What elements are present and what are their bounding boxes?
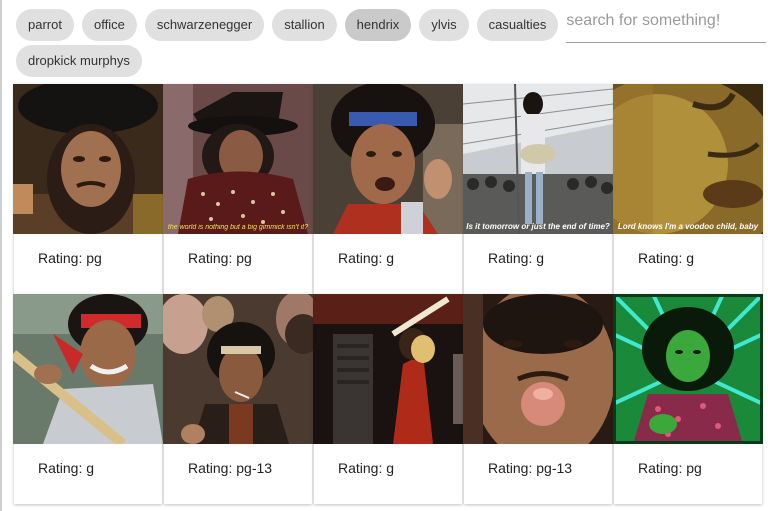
rating-label: Rating: pg xyxy=(38,250,102,266)
gif-card[interactable]: Rating: pg xyxy=(613,294,763,504)
rating-label: Rating: g xyxy=(338,460,395,476)
tag-chip-stallion[interactable]: stallion xyxy=(272,8,337,41)
rating-label: Rating: pg-13 xyxy=(188,460,273,476)
gif-thumbnail[interactable]: Lord knows I'm a voodoo child, baby xyxy=(613,84,763,234)
gif-thumbnail[interactable]: the world is nothing but a big gimmick i… xyxy=(163,84,313,234)
gif-card[interactable]: Rating: g xyxy=(13,294,163,504)
gif-card[interactable]: Rating: pg xyxy=(13,84,163,294)
rating-label: Rating: g xyxy=(488,250,545,266)
tag-bar: parrot office schwarzenegger stallion he… xyxy=(16,6,768,79)
rating-label: Rating: g xyxy=(638,250,695,266)
tag-chip-ylvis[interactable]: ylvis xyxy=(419,8,469,41)
gif-card[interactable]: Is it tomorrow or just the end of time? … xyxy=(463,84,613,294)
gif-caption: the world is nothing but a big gimmick i… xyxy=(167,224,309,231)
tag-chip-casualties[interactable]: casualties xyxy=(476,8,559,41)
gif-card[interactable]: Rating: pg-13 xyxy=(463,294,613,504)
gif-card[interactable]: Rating: g xyxy=(313,84,463,294)
gif-thumbnail[interactable]: Is it tomorrow or just the end of time? xyxy=(463,84,613,234)
gif-thumbnail[interactable] xyxy=(163,294,313,444)
tag-chip-schwarzenegger[interactable]: schwarzenegger xyxy=(144,8,265,41)
gif-thumbnail[interactable] xyxy=(313,294,463,444)
rating-label: Rating: pg-13 xyxy=(488,460,573,476)
gif-thumbnail[interactable] xyxy=(13,294,163,444)
rating-label: Rating: g xyxy=(38,460,95,476)
gif-card[interactable]: Rating: g xyxy=(313,294,463,504)
search-field xyxy=(566,6,767,43)
tag-chip-hendrix[interactable]: hendrix xyxy=(344,8,412,41)
rating-label: Rating: g xyxy=(338,250,395,266)
search-input[interactable] xyxy=(566,6,767,36)
tag-chip-dropkick-murphys[interactable]: dropkick murphys xyxy=(16,45,142,77)
gif-card[interactable]: the world is nothing but a big gimmick i… xyxy=(163,84,313,294)
gif-thumbnail[interactable] xyxy=(613,294,763,444)
gif-search-page: parrot office schwarzenegger stallion he… xyxy=(0,0,768,511)
gif-thumbnail[interactable] xyxy=(13,84,163,234)
rating-label: Rating: pg xyxy=(638,460,702,476)
gif-thumbnail[interactable] xyxy=(463,294,613,444)
gif-card[interactable]: Rating: pg-13 xyxy=(163,294,313,504)
tag-chip-office[interactable]: office xyxy=(81,8,137,41)
rating-label: Rating: pg xyxy=(188,250,252,266)
tag-chip-parrot[interactable]: parrot xyxy=(16,8,74,41)
results-grid: Rating: pg the world is nothing but a bi… xyxy=(13,84,765,504)
gif-thumbnail[interactable] xyxy=(313,84,463,234)
gif-card[interactable]: Lord knows I'm a voodoo child, baby Rati… xyxy=(613,84,763,294)
gif-caption: Lord knows I'm a voodoo child, baby xyxy=(617,222,759,231)
gif-caption: Is it tomorrow or just the end of time? xyxy=(466,222,610,231)
